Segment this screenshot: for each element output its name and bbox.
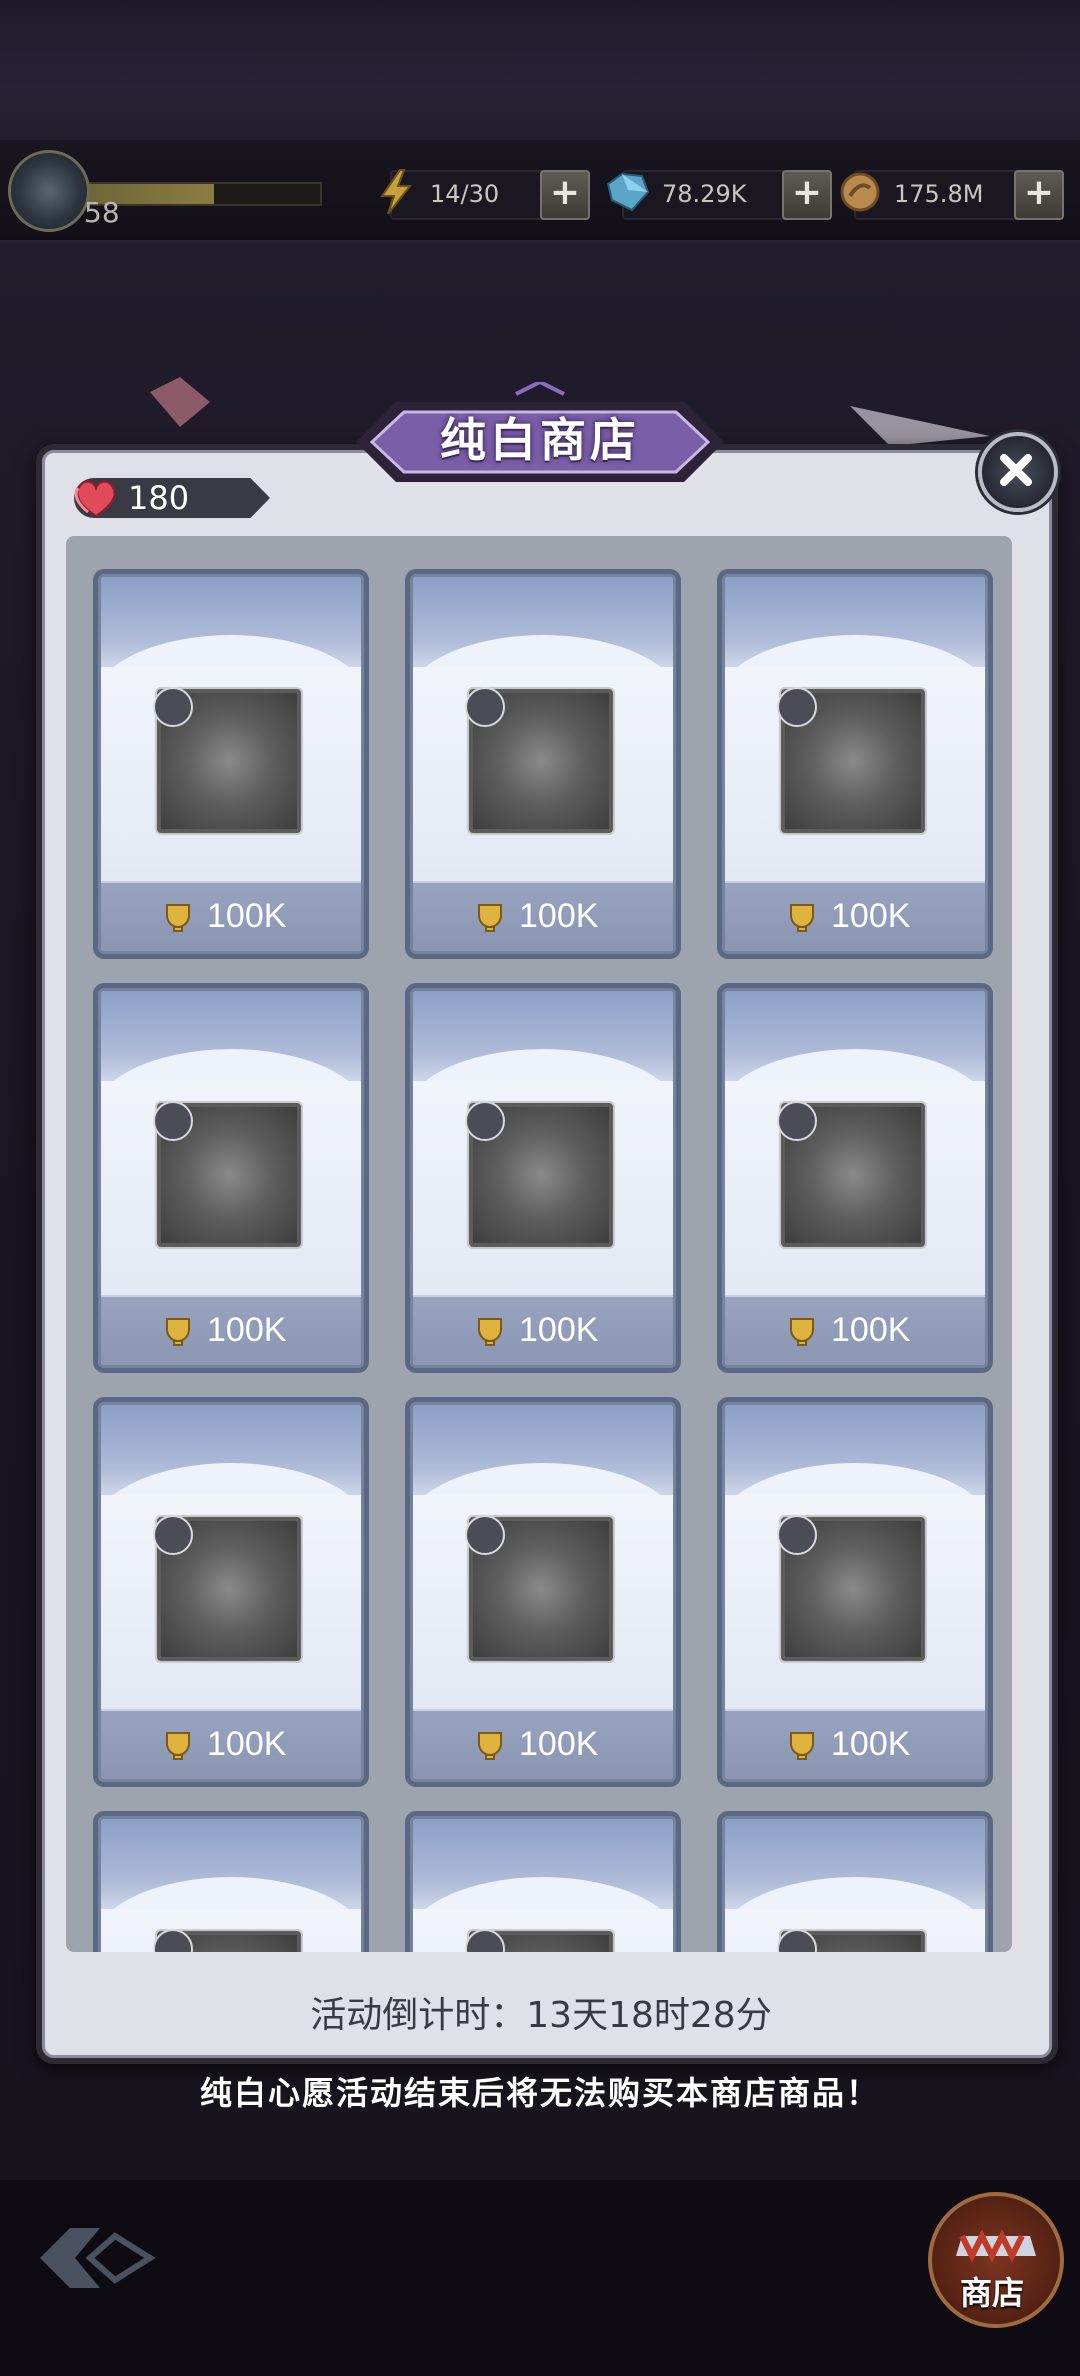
event-countdown: 活动倒计时：13天18时28分 bbox=[310, 1995, 772, 2036]
shop-item-card[interactable] bbox=[98, 1816, 364, 1952]
shop-item-card[interactable]: 100K bbox=[722, 574, 988, 954]
price-bar: 100K bbox=[413, 881, 673, 951]
item-price: 100K bbox=[831, 1725, 911, 1763]
shop-item-card[interactable]: 100K bbox=[410, 1402, 676, 1782]
key-icon bbox=[777, 687, 817, 727]
price-bar: 100K bbox=[725, 881, 985, 951]
key-icon bbox=[465, 1101, 505, 1141]
trophy-icon bbox=[790, 904, 814, 932]
shop-nav-label: 商店 bbox=[959, 2274, 1024, 2312]
shop-item-card[interactable]: 100K bbox=[98, 1402, 364, 1782]
coin-icon bbox=[840, 172, 880, 212]
trophy-icon bbox=[166, 1318, 190, 1346]
key-icon bbox=[153, 1101, 193, 1141]
key-icon bbox=[153, 1515, 193, 1555]
price-bar: 100K bbox=[101, 881, 361, 951]
price-bar: 100K bbox=[413, 1709, 673, 1779]
item-grid[interactable]: 100K 100K 100K 100K 100K 100K 100K 100K … bbox=[66, 536, 1012, 1952]
shop-title: 纯白商店 bbox=[440, 413, 640, 467]
key-icon bbox=[153, 687, 193, 727]
coin-value: 175.8M bbox=[894, 180, 984, 208]
key-icon bbox=[465, 687, 505, 727]
item-price: 100K bbox=[831, 897, 911, 935]
item-price: 100K bbox=[207, 1725, 287, 1763]
price-bar: 100K bbox=[725, 1709, 985, 1779]
gem-value: 78.29K bbox=[662, 180, 747, 208]
top-background bbox=[0, 0, 1080, 150]
shop-item-card[interactable]: 100K bbox=[410, 988, 676, 1368]
close-button[interactable] bbox=[978, 432, 1058, 512]
shop-item-card[interactable]: 100K bbox=[98, 574, 364, 954]
trophy-icon bbox=[790, 1732, 814, 1760]
gem-icon bbox=[606, 172, 650, 212]
heart-currency-value: 180 bbox=[128, 479, 190, 517]
shop-nav-button[interactable]: 商店 bbox=[928, 2192, 1064, 2328]
trophy-icon bbox=[478, 1318, 502, 1346]
gem-counter: 78.29K + bbox=[606, 170, 832, 220]
bottom-background bbox=[0, 2180, 1080, 2376]
add-gems-button[interactable]: + bbox=[782, 170, 832, 220]
event-notice: 纯白心愿活动结束后将无法购买本商店商品！ bbox=[199, 2074, 880, 2112]
trophy-icon bbox=[478, 904, 502, 932]
lightning-icon bbox=[380, 169, 413, 215]
heart-icon bbox=[74, 480, 116, 518]
trophy-icon bbox=[166, 904, 190, 932]
coin-counter: 175.8M + bbox=[840, 170, 1064, 220]
item-price: 100K bbox=[519, 1725, 599, 1763]
key-icon bbox=[777, 1515, 817, 1555]
shop-item-card[interactable]: 100K bbox=[98, 988, 364, 1368]
item-price: 100K bbox=[207, 1311, 287, 1349]
item-price: 100K bbox=[831, 1311, 911, 1349]
shop-item-card[interactable]: 100K bbox=[410, 574, 676, 954]
item-price: 100K bbox=[207, 897, 287, 935]
price-bar: 100K bbox=[725, 1295, 985, 1365]
energy-value: 14/30 bbox=[430, 180, 500, 208]
key-icon bbox=[777, 1101, 817, 1141]
item-price: 100K bbox=[519, 897, 599, 935]
shop-item-card[interactable] bbox=[410, 1816, 676, 1952]
level-emblem-icon[interactable] bbox=[8, 150, 90, 232]
shop-item-card[interactable]: 100K bbox=[722, 988, 988, 1368]
paper-heart-decoration bbox=[150, 377, 210, 427]
trophy-icon bbox=[478, 1732, 502, 1760]
back-icon[interactable] bbox=[30, 2208, 160, 2308]
item-price: 100K bbox=[519, 1311, 599, 1349]
close-icon bbox=[1000, 454, 1032, 486]
energy-counter: 14/30 + bbox=[380, 169, 590, 220]
price-bar: 100K bbox=[413, 1295, 673, 1365]
add-coins-button[interactable]: + bbox=[1014, 170, 1064, 220]
trophy-icon bbox=[790, 1318, 814, 1346]
price-bar: 100K bbox=[101, 1709, 361, 1779]
add-energy-button[interactable]: + bbox=[540, 170, 590, 220]
trophy-icon bbox=[166, 1732, 190, 1760]
key-icon bbox=[465, 1515, 505, 1555]
price-bar: 100K bbox=[101, 1295, 361, 1365]
shop-item-card[interactable] bbox=[722, 1816, 988, 1952]
shop-item-card[interactable]: 100K bbox=[722, 1402, 988, 1782]
player-level: 58 bbox=[84, 196, 120, 229]
